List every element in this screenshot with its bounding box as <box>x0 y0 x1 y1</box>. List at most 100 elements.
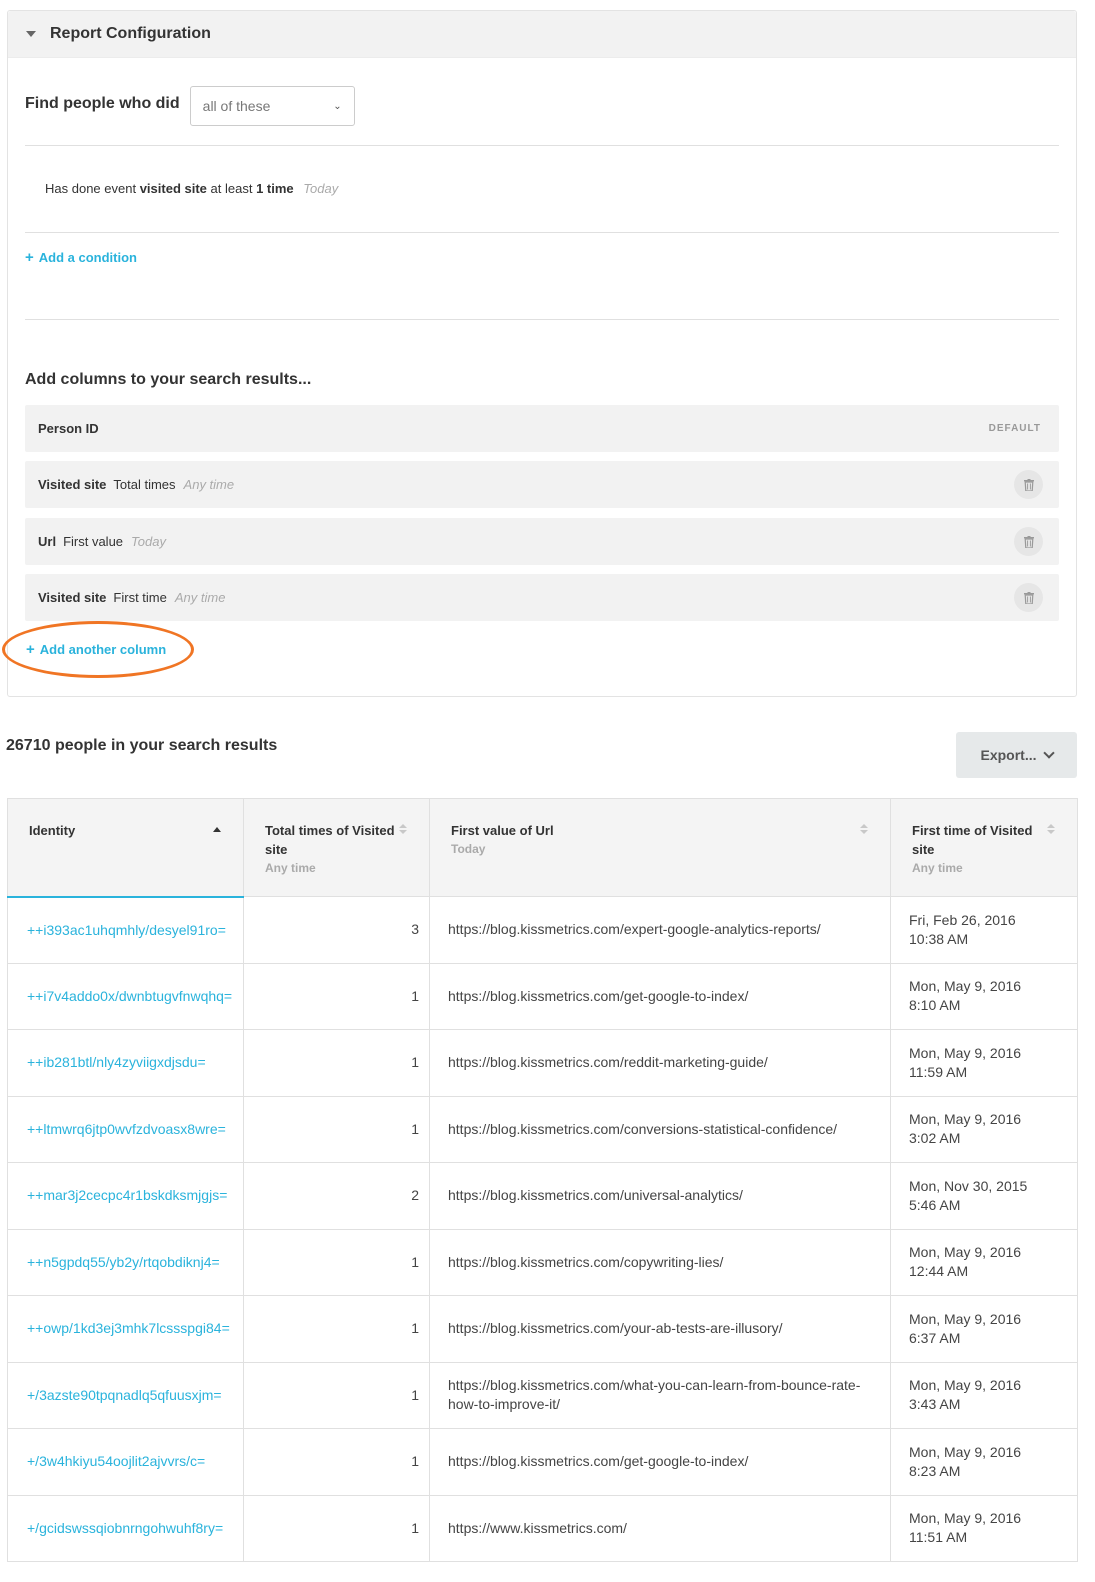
identity-link[interactable]: ++i7v4addo0x/dwnbtugvfnwqhq= <box>7 962 244 1030</box>
plus-icon: + <box>26 641 35 658</box>
results-table: Identity Total times of Visited site Any… <box>7 798 1078 1562</box>
condition-row[interactable]: Has done event visited site at least 1 t… <box>45 181 338 196</box>
panel-title: Report Configuration <box>50 25 211 42</box>
first-time-clock: 8:10 AM <box>909 997 961 1014</box>
total-times-cell: 1 <box>243 962 430 1030</box>
column-row-visited-site-first[interactable]: Visited site First time Any time <box>25 574 1059 621</box>
total-times-cell: 1 <box>243 1095 430 1163</box>
sort-icon[interactable] <box>1047 824 1055 836</box>
report-configuration-header[interactable]: Report Configuration <box>8 11 1076 58</box>
remove-column-button[interactable] <box>1014 470 1043 499</box>
sort-ascending-icon[interactable] <box>213 827 221 832</box>
first-url-cell: https://blog.kissmetrics.com/conversions… <box>429 1095 891 1163</box>
chevron-down-icon: ⌄ <box>333 100 342 112</box>
first-url-cell: https://blog.kissmetrics.com/what-you-ca… <box>429 1361 891 1429</box>
column-header-identity[interactable]: Identity <box>7 798 244 898</box>
first-time-clock: 12:44 AM <box>909 1263 969 1280</box>
results-table-body: ++i393ac1uhqmhly/desyel91ro= 3 https://blo… <box>7 896 1078 1562</box>
column-measure: First time <box>113 590 167 605</box>
first-time-cell: Mon, May 9, 2016 11:59 AM <box>890 1029 1078 1097</box>
identity-link[interactable]: ++owp/1kd3ej3mhk7lcssspgi84= <box>7 1295 244 1363</box>
add-condition-link[interactable]: + Add a condition <box>25 249 137 266</box>
header-timeframe: Today <box>451 842 486 856</box>
first-time-cell: Mon, May 9, 2016 3:43 AM <box>890 1361 1078 1429</box>
table-row: ++n5gpdq55/yb2y/rtqobdiknj4= 1 https://blo… <box>7 1228 1078 1296</box>
divider <box>25 319 1059 320</box>
column-row-visited-site-total[interactable]: Visited site Total times Any time <box>25 461 1059 508</box>
match-type-select[interactable]: all of these ⌄ <box>189 86 355 126</box>
column-name: Visited site <box>38 590 107 605</box>
table-row: +/gcidswssqiobnrngohwuhf8ry= 1 https://www… <box>7 1494 1078 1562</box>
match-type-value: all of these <box>202 98 271 114</box>
report-configuration-panel: Report Configuration Find people who did… <box>2 10 1077 697</box>
total-times-cell: 1 <box>243 1029 430 1097</box>
first-url-cell: https://blog.kissmetrics.com/universal-a… <box>429 1162 891 1230</box>
first-url-cell: https://blog.kissmetrics.com/your-ab-tes… <box>429 1295 891 1363</box>
table-row: ++owp/1kd3ej3mhk7lcssspgi84= 1 https://blo… <box>7 1295 1078 1363</box>
first-url-cell: https://www.kissmetrics.com/ <box>429 1494 891 1562</box>
first-time-date: Mon, May 9, 2016 <box>909 978 1022 995</box>
first-time-cell: Fri, Feb 26, 2016 10:38 AM <box>890 896 1078 964</box>
table-header-row: Identity Total times of Visited site Any… <box>7 798 1078 898</box>
divider <box>25 232 1059 233</box>
caret-down-icon[interactable] <box>26 31 36 37</box>
column-timeframe: Today <box>131 534 166 549</box>
sort-icon[interactable] <box>399 824 407 836</box>
column-header-first-time[interactable]: First time of Visited site Any time <box>890 798 1078 897</box>
first-time-date: Mon, May 9, 2016 <box>909 1310 1022 1327</box>
trash-icon <box>1023 478 1034 491</box>
first-time-date: Mon, May 9, 2016 <box>909 1443 1022 1460</box>
first-time-cell: Mon, May 9, 2016 3:02 AM <box>890 1095 1078 1163</box>
first-time-date: Mon, May 9, 2016 <box>909 1244 1022 1261</box>
first-url-cell: https://blog.kissmetrics.com/get-google-… <box>429 962 891 1030</box>
remove-column-button[interactable] <box>1014 583 1043 612</box>
condition-event: visited site <box>139 181 207 196</box>
identity-link[interactable]: +/3azste90tpqnadlq5qfuusxjm= <box>7 1361 244 1429</box>
total-times-cell: 1 <box>243 1428 430 1496</box>
table-row: ++i7v4addo0x/dwnbtugvfnwqhq= 1 https://blo… <box>7 962 1078 1030</box>
column-header-first-url[interactable]: First value of Url Today <box>429 798 891 897</box>
trash-icon <box>1023 535 1034 548</box>
header-label: First value of Url <box>451 823 554 838</box>
table-row: ++ltmwrq6jtp0wvfzdvoasx8wre= 1 https://blo… <box>7 1095 1078 1163</box>
header-timeframe: Any time <box>912 861 963 875</box>
first-time-date: Fri, Feb 26, 2016 <box>909 911 1016 928</box>
header-timeframe: Any time <box>265 861 316 875</box>
total-times-cell: 1 <box>243 1295 430 1363</box>
table-row: +/3azste90tpqnadlq5qfuusxjm= 1 https://blo… <box>7 1361 1078 1429</box>
identity-link[interactable]: ++ltmwrq6jtp0wvfzdvoasx8wre= <box>7 1095 244 1163</box>
identity-link[interactable]: +/gcidswssqiobnrngohwuhf8ry= <box>7 1494 244 1562</box>
identity-link[interactable]: ++mar3j2cecpc4r1bskdksmjgjs= <box>7 1162 244 1230</box>
first-time-date: Mon, May 9, 2016 <box>909 1377 1022 1394</box>
find-people-label: Find people who did <box>25 95 180 112</box>
trash-icon <box>1023 591 1034 604</box>
identity-link[interactable]: +/3w4hkiyu54oojlit2ajvvrs/c= <box>7 1428 244 1496</box>
remove-column-button[interactable] <box>1014 527 1043 556</box>
export-label: Export... <box>980 747 1037 763</box>
sort-icon[interactable] <box>860 824 868 836</box>
divider <box>25 145 1059 146</box>
first-time-clock: 10:38 AM <box>909 930 969 947</box>
condition-timeframe: Today <box>303 181 339 196</box>
first-time-clock: 11:51 AM <box>909 1529 968 1546</box>
first-url-cell: https://blog.kissmetrics.com/copywriting… <box>429 1228 891 1296</box>
first-time-clock: 3:02 AM <box>909 1130 961 1147</box>
first-time-date: Mon, May 9, 2016 <box>909 1044 1022 1061</box>
first-time-cell: Mon, May 9, 2016 8:23 AM <box>890 1428 1078 1496</box>
column-row-url-first-value[interactable]: Url First value Today <box>25 518 1059 565</box>
identity-link[interactable]: ++i393ac1uhqmhly/desyel91ro= <box>7 896 244 964</box>
default-badge: DEFAULT <box>988 423 1041 434</box>
first-url-cell: https://blog.kissmetrics.com/reddit-mark… <box>429 1029 891 1097</box>
first-url-cell: https://blog.kissmetrics.com/expert-goog… <box>429 896 891 964</box>
header-label: First time of Visited site <box>912 823 1033 857</box>
identity-link[interactable]: ++ib281btl/nly4zyviigxdjsdu= <box>7 1029 244 1097</box>
column-header-total-times[interactable]: Total times of Visited site Any time <box>243 798 430 897</box>
identity-link[interactable]: ++n5gpdq55/yb2y/rtqobdiknj4= <box>7 1228 244 1296</box>
add-another-column-link[interactable]: + Add another column <box>26 641 166 658</box>
export-button[interactable]: Export... <box>956 732 1077 778</box>
condition-prefix: Has done event <box>45 181 137 196</box>
total-times-cell: 1 <box>243 1361 430 1429</box>
table-row: +/3w4hkiyu54oojlit2ajvvrs/c= 1 https://blo… <box>7 1428 1078 1496</box>
column-name: Person ID <box>38 421 99 436</box>
table-row: ++mar3j2cecpc4r1bskdksmjgjs= 2 https://blo… <box>7 1162 1078 1230</box>
